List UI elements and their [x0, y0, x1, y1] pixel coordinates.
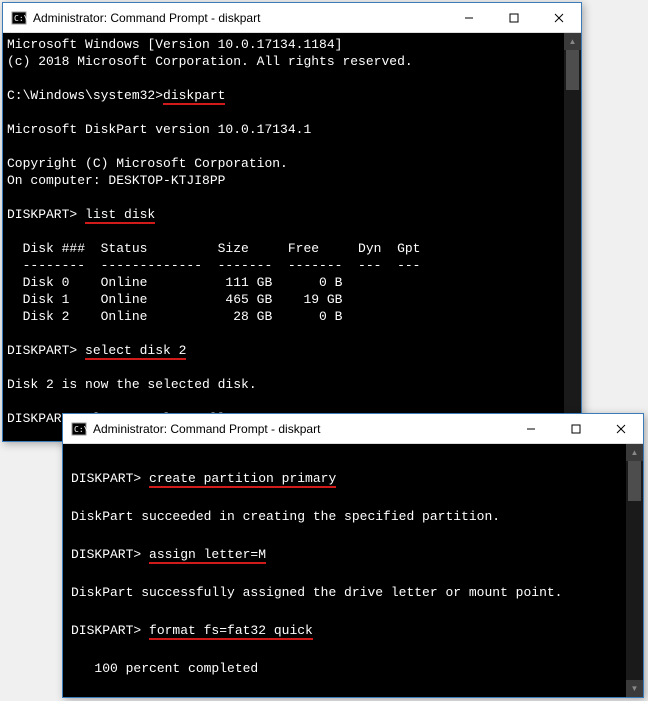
msg-partition-created: DiskPart succeeded in creating the speci… [71, 509, 500, 524]
minimize-button[interactable] [446, 3, 491, 32]
line-version: Microsoft Windows [Version 10.0.17134.11… [7, 37, 342, 52]
scroll-thumb[interactable] [628, 461, 641, 501]
cmd-icon: C:\ [11, 10, 27, 26]
scrollbar-vertical[interactable]: ▲ ▼ [626, 444, 643, 697]
cmd-assign-letter: assign letter=M [149, 547, 266, 564]
cmd-format: format fs=fat32 quick [149, 623, 313, 640]
cmd-select-disk: select disk 2 [85, 343, 186, 360]
scroll-thumb[interactable] [566, 50, 579, 90]
titlebar[interactable]: C:\ Administrator: Command Prompt - disk… [3, 3, 581, 33]
msg-selected: Disk 2 is now the selected disk. [7, 377, 257, 392]
scroll-track[interactable] [626, 461, 643, 680]
cmd-diskpart: diskpart [163, 88, 225, 105]
scrollbar-vertical[interactable]: ▲ ▼ [564, 33, 581, 441]
cmd-window-1: C:\ Administrator: Command Prompt - disk… [2, 2, 582, 442]
diskpart-prompt: DISKPART> [7, 207, 85, 222]
msg-progress: 100 percent completed [71, 661, 258, 676]
titlebar-buttons [508, 414, 643, 443]
diskpart-prompt: DISKPART> [71, 547, 149, 562]
cmd-list-disk: list disk [85, 207, 155, 224]
scroll-track[interactable] [564, 50, 581, 424]
disk-row-2: Disk 2 Online 28 GB 0 B [7, 309, 342, 324]
cmd-icon: C:\ [71, 421, 87, 437]
svg-text:C:\: C:\ [14, 14, 27, 23]
window-title: Administrator: Command Prompt - diskpart [93, 422, 508, 436]
disk-row-0: Disk 0 Online 111 GB 0 B [7, 275, 342, 290]
scroll-up-button[interactable]: ▲ [626, 444, 643, 461]
cmd-create-partition: create partition primary [149, 471, 336, 488]
diskpart-prompt: DISKPART> [71, 623, 149, 638]
disk-row-1: Disk 1 Online 465 GB 19 GB [7, 292, 342, 307]
maximize-button[interactable] [553, 414, 598, 443]
titlebar-buttons [446, 3, 581, 32]
minimize-button[interactable] [508, 414, 553, 443]
prompt-path: C:\Windows\system32> [7, 88, 163, 103]
line-copyright: (c) 2018 Microsoft Corporation. All righ… [7, 54, 413, 69]
titlebar[interactable]: C:\ Administrator: Command Prompt - disk… [63, 414, 643, 444]
close-button[interactable] [536, 3, 581, 32]
diskpart-prompt: DISKPART> [7, 343, 85, 358]
window-title: Administrator: Command Prompt - diskpart [33, 11, 446, 25]
line-dp-copyright: Copyright (C) Microsoft Corporation. [7, 156, 288, 171]
line-dp-computer: On computer: DESKTOP-KTJI8PP [7, 173, 225, 188]
line-dp-version: Microsoft DiskPart version 10.0.17134.1 [7, 122, 311, 137]
terminal-body-wrap: DISKPART> create partition primary DiskP… [63, 444, 643, 697]
terminal-output[interactable]: DISKPART> create partition primary DiskP… [63, 444, 626, 697]
diskpart-prompt: DISKPART> [71, 471, 149, 486]
cmd-window-2: C:\ Administrator: Command Prompt - disk… [62, 413, 644, 698]
svg-text:C:\: C:\ [74, 425, 87, 434]
terminal-output[interactable]: Microsoft Windows [Version 10.0.17134.11… [3, 33, 564, 441]
terminal-body-wrap: Microsoft Windows [Version 10.0.17134.11… [3, 33, 581, 441]
scroll-up-button[interactable]: ▲ [564, 33, 581, 50]
msg-letter-assigned: DiskPart successfully assigned the drive… [71, 585, 562, 600]
scroll-down-button[interactable]: ▼ [626, 680, 643, 697]
disk-table-header: Disk ### Status Size Free Dyn Gpt [7, 241, 420, 256]
disk-table-sep: -------- ------------- ------- ------- -… [7, 258, 420, 273]
close-button[interactable] [598, 414, 643, 443]
maximize-button[interactable] [491, 3, 536, 32]
